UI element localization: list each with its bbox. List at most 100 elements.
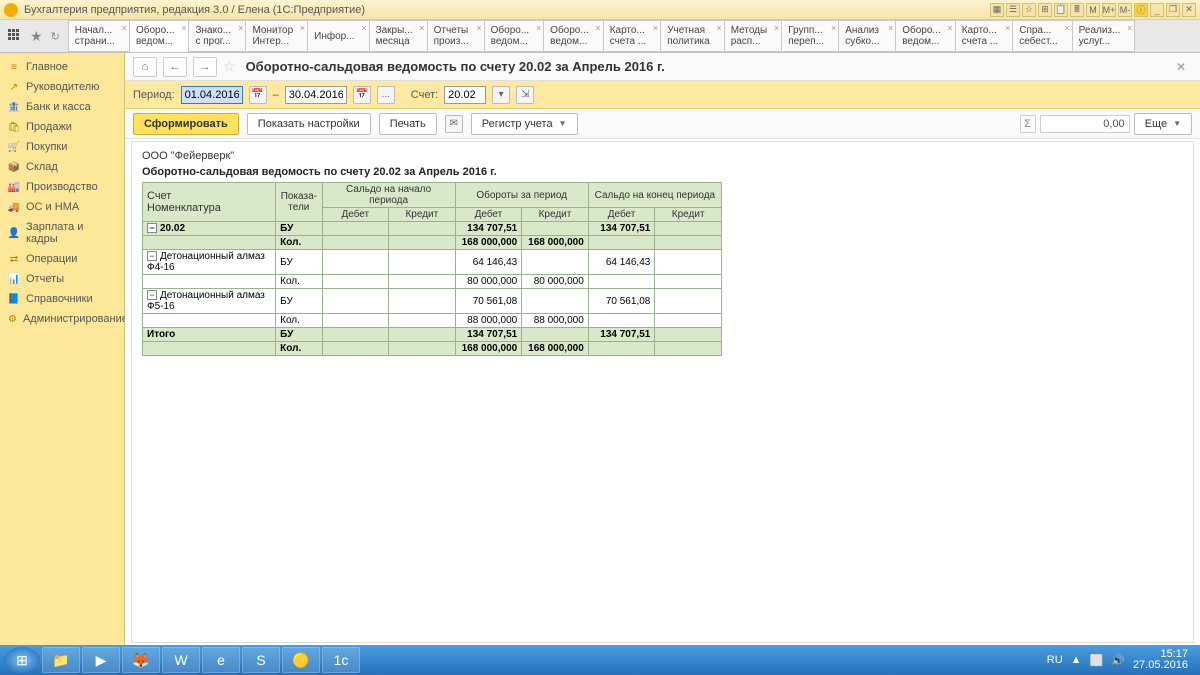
close-tab-icon[interactable]: × <box>947 23 952 33</box>
close-tab-icon[interactable]: × <box>595 23 600 33</box>
calendar-icon[interactable]: 📅 <box>249 86 267 104</box>
taskbar-app[interactable]: 📁 <box>42 647 80 673</box>
account-input[interactable] <box>444 86 486 104</box>
document-tab[interactable]: Анализсубко...× <box>838 20 896 52</box>
document-tab[interactable]: Отчетыпроиз...× <box>427 20 485 52</box>
minimize-icon[interactable]: _ <box>1150 3 1164 17</box>
close-tab-icon[interactable]: × <box>831 23 836 33</box>
document-tab[interactable]: Оборо...ведом...× <box>543 20 604 52</box>
document-tab[interactable]: Групп...переп...× <box>781 20 839 52</box>
tray-network-icon[interactable]: ⬜ <box>1090 654 1104 667</box>
sidebar-item[interactable]: 🏭Производство <box>0 177 124 197</box>
period-select-button[interactable]: ... <box>377 86 395 104</box>
sys-icon[interactable]: 🖩 <box>1070 3 1084 17</box>
close-tab-icon[interactable]: × <box>122 23 127 33</box>
sidebar-item[interactable]: 🏦Банк и касса <box>0 97 124 117</box>
close-tab-icon[interactable]: × <box>419 23 424 33</box>
account-open-icon[interactable]: ⇲ <box>516 86 534 104</box>
sidebar-item[interactable]: 📦Склад <box>0 157 124 177</box>
sys-icon[interactable]: M <box>1086 3 1100 17</box>
document-tab[interactable]: Инфор...× <box>307 20 369 52</box>
taskbar-app[interactable]: 1c <box>322 647 360 673</box>
form-button[interactable]: Сформировать <box>133 113 239 135</box>
close-tab-icon[interactable]: × <box>1064 23 1069 33</box>
close-tab-icon[interactable]: × <box>181 23 186 33</box>
sys-icon[interactable]: 📋 <box>1054 3 1068 17</box>
email-icon[interactable]: ✉ <box>445 115 463 133</box>
sidebar-item[interactable]: 🚚ОС и НМА <box>0 197 124 217</box>
close-tab-icon[interactable]: × <box>1127 23 1132 33</box>
close-tab-icon[interactable]: × <box>774 23 779 33</box>
tree-collapse-icon[interactable]: − <box>147 223 157 233</box>
taskbar-app[interactable]: 🟡 <box>282 647 320 673</box>
tray-sound-icon[interactable]: 🔊 <box>1111 654 1125 667</box>
period-to-input[interactable] <box>285 86 347 104</box>
history-icon[interactable]: ↻ <box>51 30 60 43</box>
document-tab[interactable]: Оборо...ведом...× <box>895 20 956 52</box>
document-tab[interactable]: Методырасп...× <box>724 20 783 52</box>
taskbar-app[interactable]: S <box>242 647 280 673</box>
back-icon[interactable]: ← <box>163 57 187 77</box>
home-icon[interactable]: ⌂ <box>133 57 157 77</box>
tray-lang[interactable]: RU <box>1047 654 1063 666</box>
document-tab[interactable]: МониторИнтер...× <box>245 20 308 52</box>
start-button[interactable]: ⊞ <box>4 647 40 673</box>
sidebar-item[interactable]: 🛒Покупки <box>0 137 124 157</box>
close-icon[interactable]: ✕ <box>1182 3 1196 17</box>
calendar-icon[interactable]: 📅 <box>353 86 371 104</box>
sys-icon[interactable]: M+ <box>1102 3 1116 17</box>
close-tab-icon[interactable]: × <box>476 23 481 33</box>
document-tab[interactable]: Начал...страни...× <box>68 20 130 52</box>
sidebar-item[interactable]: ⇄Операции <box>0 249 124 269</box>
tree-collapse-icon[interactable]: − <box>147 251 157 261</box>
period-from-input[interactable] <box>181 86 243 104</box>
close-tab-icon[interactable]: × <box>238 23 243 33</box>
sidebar-item[interactable]: 📊Отчеты <box>0 269 124 289</box>
favorites-icon[interactable]: ★ <box>30 28 43 45</box>
settings-button[interactable]: Показать настройки <box>247 113 371 135</box>
help-icon[interactable]: ⓘ <box>1134 3 1148 17</box>
document-tab[interactable]: Карто...счета ...× <box>603 20 661 52</box>
sys-icon[interactable]: ⊞ <box>1038 3 1052 17</box>
document-tab[interactable]: Оборо...ведом...× <box>484 20 545 52</box>
tray-flag-icon[interactable]: ▲ <box>1071 654 1082 666</box>
maximize-icon[interactable]: ❐ <box>1166 3 1180 17</box>
close-tab-icon[interactable]: × <box>1005 23 1010 33</box>
document-tab[interactable]: Оборо...ведом...× <box>129 20 190 52</box>
sidebar-item[interactable]: 🛍Продажи <box>0 117 124 137</box>
document-tab[interactable]: Карто...счета ...× <box>955 20 1013 52</box>
sidebar-item[interactable]: 👤Зарплата и кадры <box>0 217 124 249</box>
taskbar-app[interactable]: W <box>162 647 200 673</box>
taskbar-app[interactable]: 🦊 <box>122 647 160 673</box>
close-page-icon[interactable]: ✕ <box>1170 60 1192 74</box>
tray-clock[interactable]: 15:1727.05.2016 <box>1133 649 1188 671</box>
close-tab-icon[interactable]: × <box>888 23 893 33</box>
document-tab[interactable]: Реализ...услуг...× <box>1072 20 1136 52</box>
sys-icon[interactable]: ☆ <box>1022 3 1036 17</box>
tree-collapse-icon[interactable]: − <box>147 290 157 300</box>
sys-icon[interactable]: ☰ <box>1006 3 1020 17</box>
sidebar-item[interactable]: ≡Главное <box>0 57 124 77</box>
sidebar-item[interactable]: ↗Руководителю <box>0 77 124 97</box>
close-tab-icon[interactable]: × <box>300 23 305 33</box>
document-tab[interactable]: Спра...себест...× <box>1012 20 1072 52</box>
close-tab-icon[interactable]: × <box>361 23 366 33</box>
forward-icon[interactable]: → <box>193 57 217 77</box>
sidebar-item[interactable]: ⚙Администрирование <box>0 309 124 329</box>
sidebar-item[interactable]: 📘Справочники <box>0 289 124 309</box>
close-tab-icon[interactable]: × <box>716 23 721 33</box>
close-tab-icon[interactable]: × <box>536 23 541 33</box>
dropdown-icon[interactable]: ▾ <box>492 86 510 104</box>
register-button[interactable]: Регистр учета▼ <box>471 113 578 135</box>
sys-icon[interactable]: ▦ <box>990 3 1004 17</box>
document-tab[interactable]: Учетнаяполитика× <box>660 20 725 52</box>
taskbar-app[interactable]: e <box>202 647 240 673</box>
document-tab[interactable]: Закры...месяца× <box>369 20 428 52</box>
taskbar-app[interactable]: ▶ <box>82 647 120 673</box>
apps-grid-icon[interactable] <box>8 29 22 43</box>
document-tab[interactable]: Знако...с прог...× <box>188 20 246 52</box>
more-button[interactable]: Еще▼ <box>1134 113 1192 135</box>
star-icon[interactable]: ☆ <box>223 58 236 75</box>
sys-icon[interactable]: M- <box>1118 3 1132 17</box>
print-button[interactable]: Печать <box>379 113 437 135</box>
